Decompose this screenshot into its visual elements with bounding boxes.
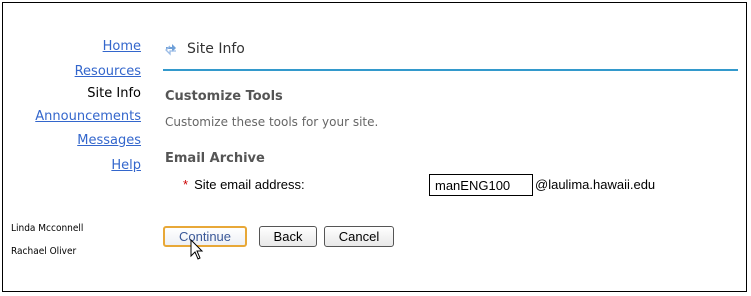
section-title: Customize Tools — [165, 89, 283, 104]
sidebar-item-site-info: Site Info — [87, 86, 141, 101]
required-marker: * — [183, 177, 189, 192]
email-archive-title: Email Archive — [165, 151, 265, 166]
mouse-pointer-icon — [190, 239, 204, 260]
sidebar-item-help[interactable]: Help — [111, 158, 141, 173]
section-description: Customize these tools for your site. — [165, 115, 379, 129]
cancel-button[interactable]: Cancel — [324, 226, 394, 247]
presence-user-2: Rachael Oliver — [11, 246, 77, 257]
back-button[interactable]: Back — [259, 226, 317, 247]
app-frame: Home Resources Site Info Announcements M… — [2, 2, 747, 292]
page-title: Site Info — [187, 41, 245, 57]
email-domain: @laulima.hawaii.edu — [535, 177, 656, 192]
refresh-arrows-icon — [165, 44, 176, 56]
sidebar-item-announcements[interactable]: Announcements — [35, 109, 141, 124]
site-email-label-text: Site email address: — [194, 177, 305, 192]
main-content: Site Info Customize Tools Customize thes… — [163, 3, 738, 291]
sidebar: Home Resources Site Info Announcements M… — [3, 3, 145, 291]
sidebar-item-messages[interactable]: Messages — [77, 133, 141, 148]
presence-user-1: Linda Mcconnell — [11, 223, 84, 234]
page-title-bar: Site Info — [163, 39, 738, 71]
site-email-label: * Site email address: — [183, 177, 305, 192]
continue-button[interactable]: Continue — [163, 226, 247, 247]
site-email-input[interactable] — [429, 174, 533, 196]
sidebar-item-resources[interactable]: Resources — [75, 64, 141, 79]
sidebar-item-home[interactable]: Home — [103, 39, 141, 54]
